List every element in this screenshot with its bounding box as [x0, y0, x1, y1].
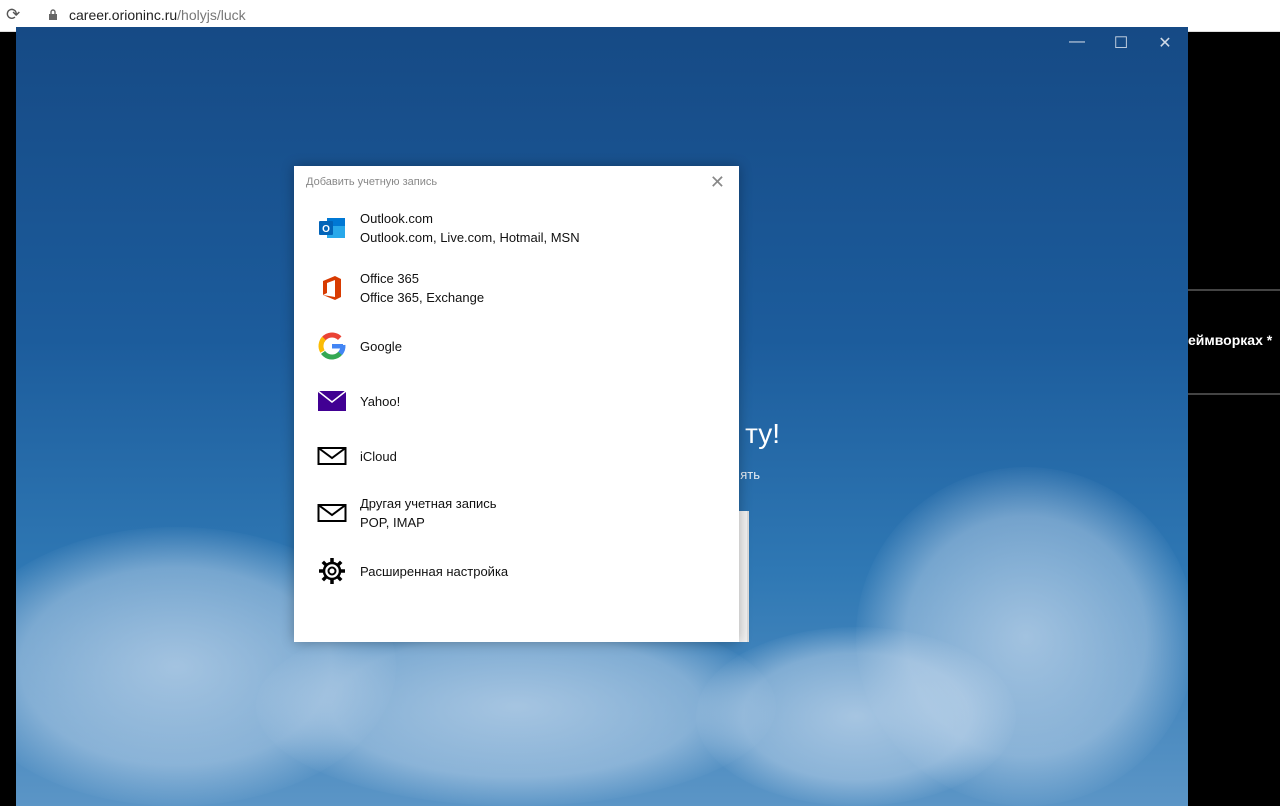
- option-title: iCloud: [360, 448, 397, 464]
- account-option-google[interactable]: Google: [294, 319, 739, 373]
- google-icon: [318, 332, 346, 360]
- reload-icon[interactable]: ⟳: [6, 5, 20, 25]
- background-label: еймворках *: [1188, 332, 1273, 348]
- dialog-close-button[interactable]: ✕: [710, 172, 725, 193]
- option-title: Outlook.com: [360, 211, 433, 226]
- lock-icon: [49, 9, 57, 20]
- url-path: /holyjs/luck: [177, 7, 246, 23]
- add-account-dialog: Добавить учетную запись ✕ O Outlook.com O…: [294, 166, 739, 642]
- account-option-yahoo[interactable]: Yahoo!: [294, 374, 739, 428]
- svg-text:O: O: [322, 224, 330, 235]
- cloud: [696, 627, 1016, 806]
- account-option-other[interactable]: Другая учетная запись POP, IMAP: [294, 486, 739, 540]
- account-option-outlook[interactable]: O Outlook.com Outlook.com, Live.com, Hotm…: [294, 201, 739, 255]
- account-option-icloud[interactable]: iCloud: [294, 429, 739, 483]
- option-title: Google: [360, 338, 402, 354]
- option-subtitle: Outlook.com, Live.com, Hotmail, MSN: [360, 230, 580, 245]
- gear-icon: [319, 558, 345, 584]
- account-option-advanced[interactable]: Расширенная настройка: [294, 544, 739, 598]
- divider: [1188, 289, 1280, 291]
- minimize-button[interactable]: —: [1062, 33, 1092, 51]
- option-title: Другая учетная запись: [360, 496, 497, 511]
- outlook-icon: O: [319, 218, 345, 238]
- url-host: career.orioninc.ru: [69, 7, 178, 23]
- maximize-button[interactable]: ☐: [1106, 33, 1136, 53]
- dialog-title: Добавить учетную запись: [306, 176, 438, 188]
- address-bar[interactable]: career.orioninc.ru/holyjs/luck: [69, 7, 246, 23]
- close-window-button[interactable]: ✕: [1150, 33, 1180, 53]
- option-title: Расширенная настройка: [360, 563, 509, 579]
- yahoo-icon: [317, 390, 347, 411]
- divider: [1188, 393, 1280, 395]
- option-title: Yahoo!: [360, 393, 401, 409]
- option-title: Office 365: [360, 271, 420, 286]
- office-icon: [323, 276, 341, 300]
- option-subtitle: Office 365, Exchange: [360, 290, 485, 305]
- option-subtitle: POP, IMAP: [360, 515, 425, 530]
- mail-icon: [317, 447, 347, 465]
- account-option-office365[interactable]: Office 365 Office 365, Exchange: [294, 261, 739, 315]
- mail-icon: [317, 504, 347, 522]
